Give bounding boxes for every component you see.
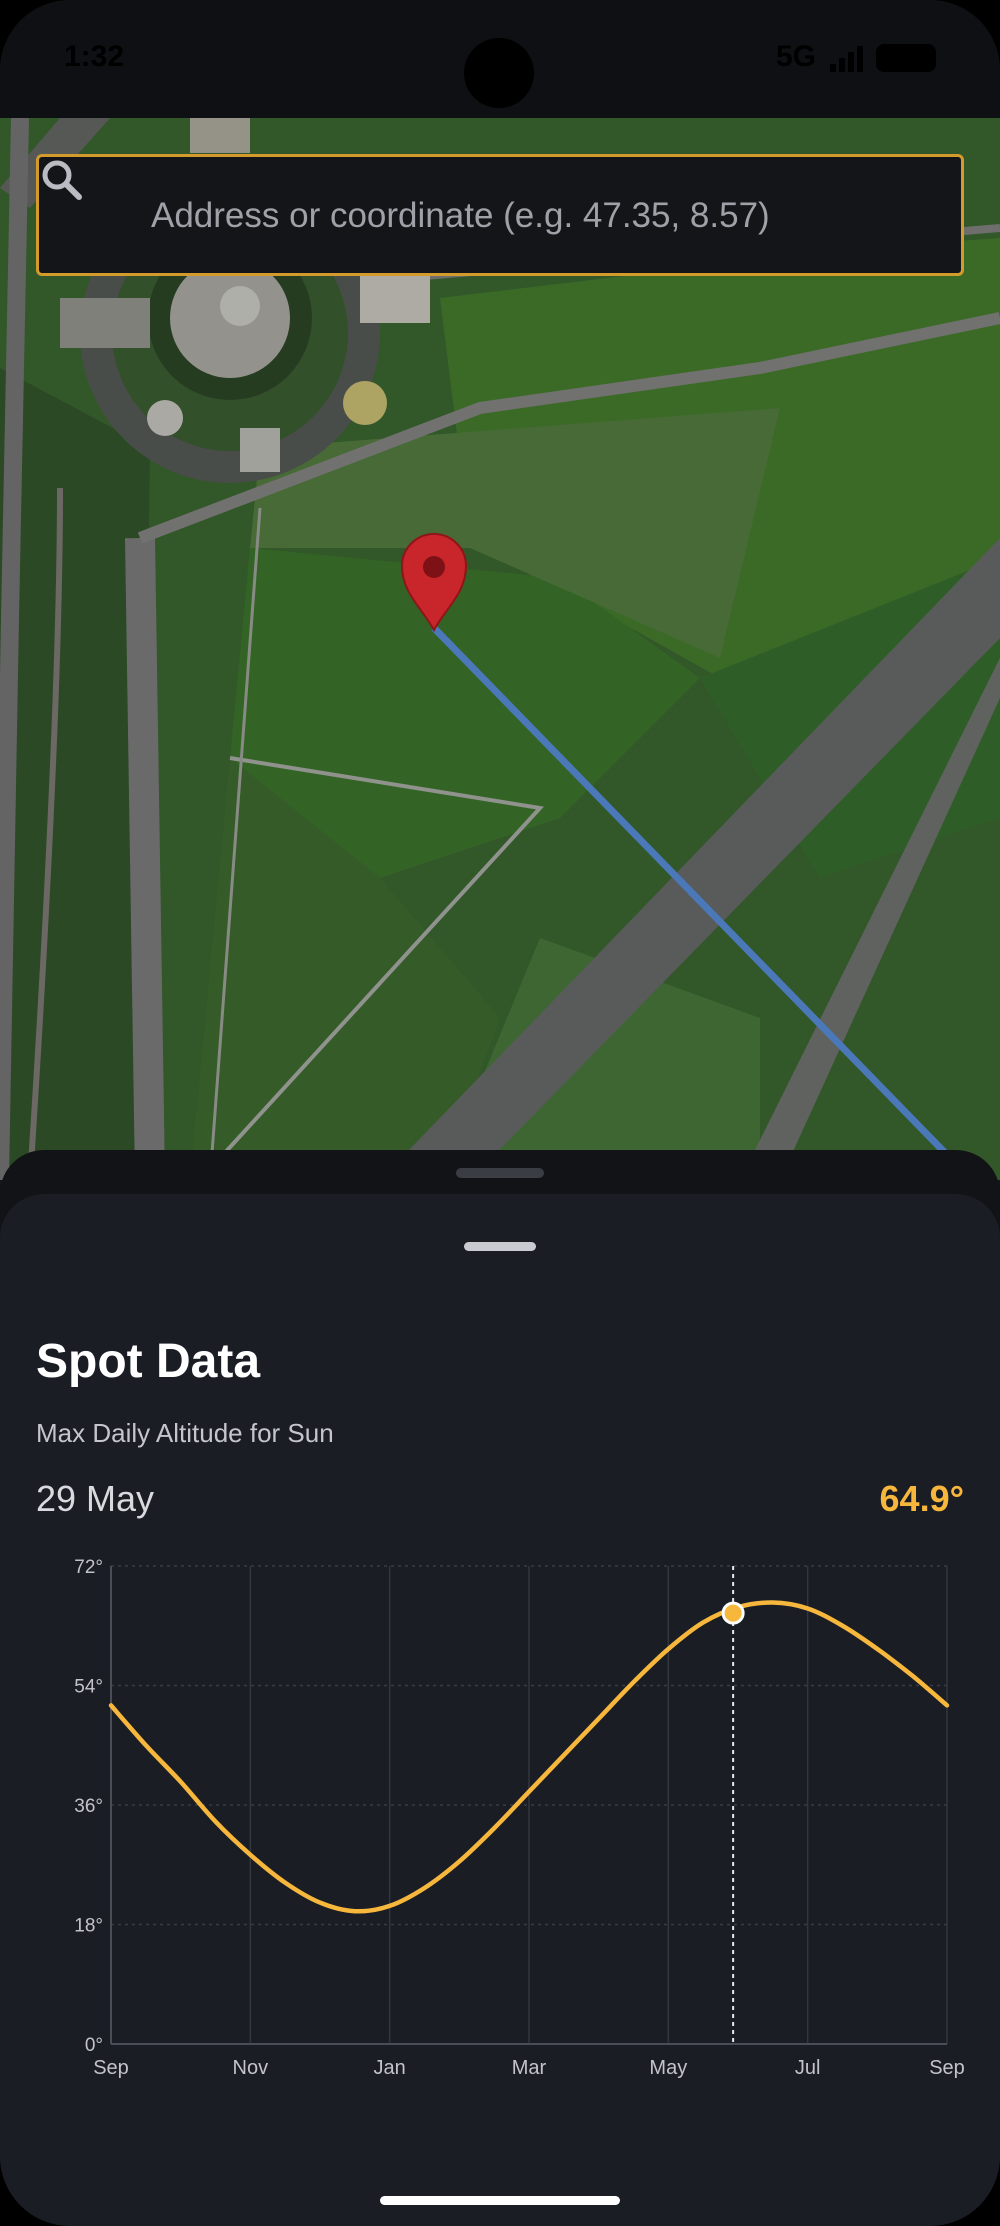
spot-data-sheet: Spot Data Max Daily Altitude for Sun 29 … — [0, 1194, 1000, 2226]
y-tick-label: 72° — [74, 1557, 103, 1578]
y-tick-label: 18° — [74, 1916, 103, 1937]
search-icon — [42, 160, 82, 200]
x-tick-label: Sep — [929, 2057, 965, 2079]
x-tick-label: Sep — [93, 2057, 129, 2079]
battery-icon — [876, 44, 936, 72]
x-tick-label: Jan — [374, 2057, 406, 2079]
sheet-peek-handle[interactable] — [456, 1168, 544, 1178]
selected-date: 29 May — [36, 1478, 155, 1519]
x-tick-label: Mar — [512, 2057, 547, 2079]
x-tick-label: May — [649, 2057, 687, 2079]
x-tick-label: Nov — [233, 2057, 269, 2079]
map-imagery — [0, 118, 1000, 1180]
phone-screen: 1:32 5G Address or coordinate (e.g. 47.3… — [0, 0, 1000, 2226]
signal-icon — [830, 46, 863, 72]
chart-subtitle: Max Daily Altitude for Sun — [36, 1418, 334, 1448]
x-tick-label: Jul — [795, 2057, 821, 2079]
selected-altitude-value: 64.9° — [879, 1478, 964, 1519]
y-tick-label: 36° — [74, 1796, 103, 1817]
status-time: 1:32 — [64, 40, 125, 73]
status-bar: 1:32 5G — [0, 0, 1000, 118]
altitude-chart[interactable]: 0° 18° 36° 54° 72° Sep Nov Jan Mar May Jul Sep — [0, 1534, 1000, 2226]
search-input[interactable] — [151, 183, 931, 249]
home-indicator[interactable] — [380, 2196, 620, 2205]
sheet-title: Spot Data — [36, 1335, 261, 1388]
satellite-map[interactable] — [0, 118, 1000, 1180]
front-camera — [464, 38, 534, 108]
network-type: 5G — [776, 40, 817, 73]
search-bar[interactable] — [36, 154, 964, 276]
selected-point — [721, 1601, 745, 1625]
sheet-drag-handle[interactable] — [464, 1242, 536, 1251]
y-tick-label: 54° — [74, 1677, 103, 1698]
y-tick-label: 0° — [85, 2035, 103, 2056]
